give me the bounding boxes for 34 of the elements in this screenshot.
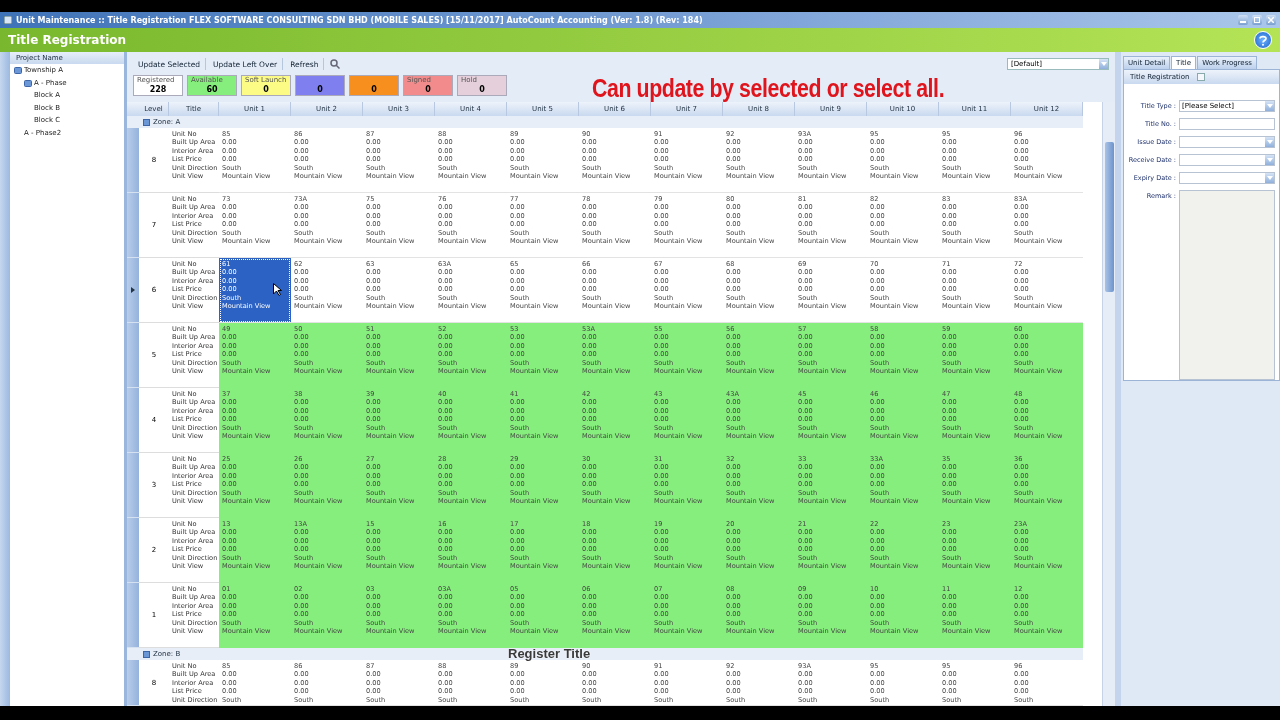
dropdown-arrow-icon <box>1265 101 1274 111</box>
status-counter: 0 <box>295 75 345 96</box>
row-header[interactable] <box>127 388 139 453</box>
date-field[interactable] <box>1179 154 1275 166</box>
dropdown-arrow-icon <box>1265 155 1274 165</box>
window-title: Unit Maintenance :: Title Registration FLEX SOFTWARE CONSULTING SDN BHD (MOBILE SALES) [15/11/2017] AutoCount Accounting (Ver: 1.8) (Rev: 184) <box>16 15 704 25</box>
help-icon[interactable] <box>1254 31 1272 49</box>
collapse-icon[interactable] <box>143 650 150 658</box>
date-field[interactable] <box>1179 136 1275 148</box>
caption-text: Can update by selected or select all. <box>592 75 945 101</box>
row-header[interactable] <box>127 323 139 388</box>
status-counter: 0 <box>349 75 399 96</box>
mouse-pointer-icon <box>273 283 282 296</box>
collapse-icon[interactable] <box>143 118 150 126</box>
checkbox[interactable] <box>1197 73 1206 81</box>
dropdown-arrow-icon <box>1265 173 1274 183</box>
row-header[interactable] <box>127 193 139 258</box>
row-pointer-icon <box>131 287 135 293</box>
header-corner <box>127 102 139 116</box>
app-icon <box>4 16 12 24</box>
scrollbar[interactable] <box>1102 102 1115 706</box>
row-header[interactable] <box>127 453 139 518</box>
row-header[interactable] <box>127 258 139 323</box>
date-field[interactable] <box>1179 172 1275 184</box>
row-header[interactable] <box>127 518 139 583</box>
input-field[interactable] <box>1179 118 1275 130</box>
close-button[interactable] <box>1266 15 1276 25</box>
page-title: Title Registration <box>8 33 127 47</box>
caption-text: Register Title <box>508 648 591 660</box>
dropdown-arrow-icon <box>1099 59 1108 69</box>
dropdown-arrow-icon <box>1265 137 1274 147</box>
minimize-button[interactable] <box>1238 15 1248 25</box>
maximize-button[interactable] <box>1252 15 1262 25</box>
remark-field[interactable] <box>1179 190 1275 380</box>
